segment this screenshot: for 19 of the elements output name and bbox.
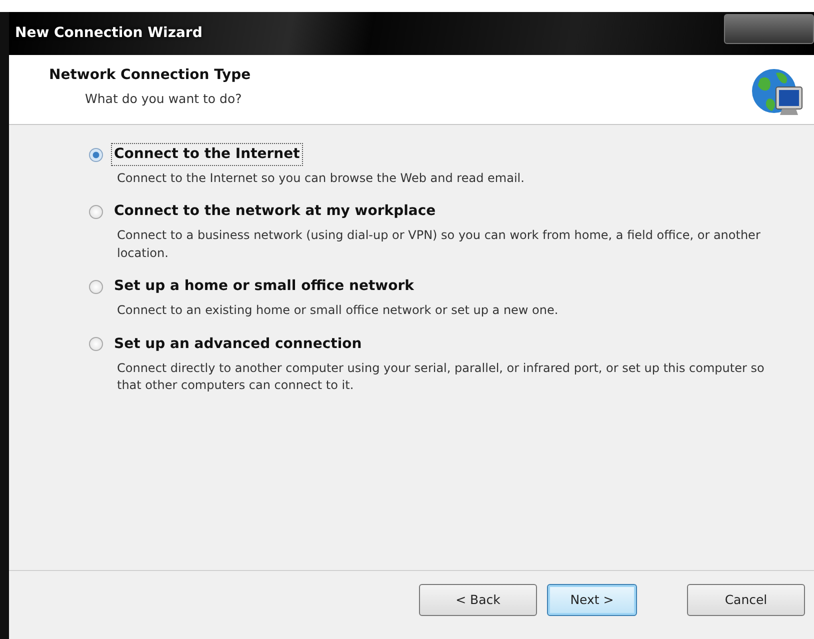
radio-button[interactable] bbox=[89, 148, 103, 162]
option-description: Connect directly to another computer using your serial, parallel, or infrared port, or set up this computer so that other computers can connect to it. bbox=[116, 360, 766, 394]
page-subtitle: What do you want to do? bbox=[84, 90, 243, 108]
option-label[interactable]: Set up a home or small office network bbox=[111, 275, 417, 298]
page-title: Network Connection Type bbox=[49, 66, 251, 85]
option-label[interactable]: Set up an advanced connection bbox=[111, 332, 365, 356]
radio-button[interactable] bbox=[89, 204, 103, 219]
radio-button[interactable] bbox=[89, 337, 103, 352]
wizard-button[interactable]: Next > bbox=[547, 584, 637, 616]
option-label[interactable]: Connect to the network at my workplace bbox=[111, 200, 439, 224]
option-description: Connect to a business network (using dial-up or VPN) so you can work from home, a field office, or another location. bbox=[116, 227, 762, 262]
option-description: Connect to an existing home or small office network or set up a new one. bbox=[116, 302, 560, 320]
option-description: Connect to the Internet so you can browse the Web and read email. bbox=[116, 170, 526, 187]
window-controls[interactable] bbox=[724, 14, 814, 44]
wizard-button[interactable]: Cancel bbox=[687, 584, 805, 616]
radio-button[interactable] bbox=[89, 280, 103, 294]
option-label[interactable]: Connect to the Internet bbox=[111, 143, 303, 166]
wizard-button[interactable]: < Back bbox=[419, 584, 537, 616]
window-title: New Connection Wizard bbox=[15, 24, 202, 43]
